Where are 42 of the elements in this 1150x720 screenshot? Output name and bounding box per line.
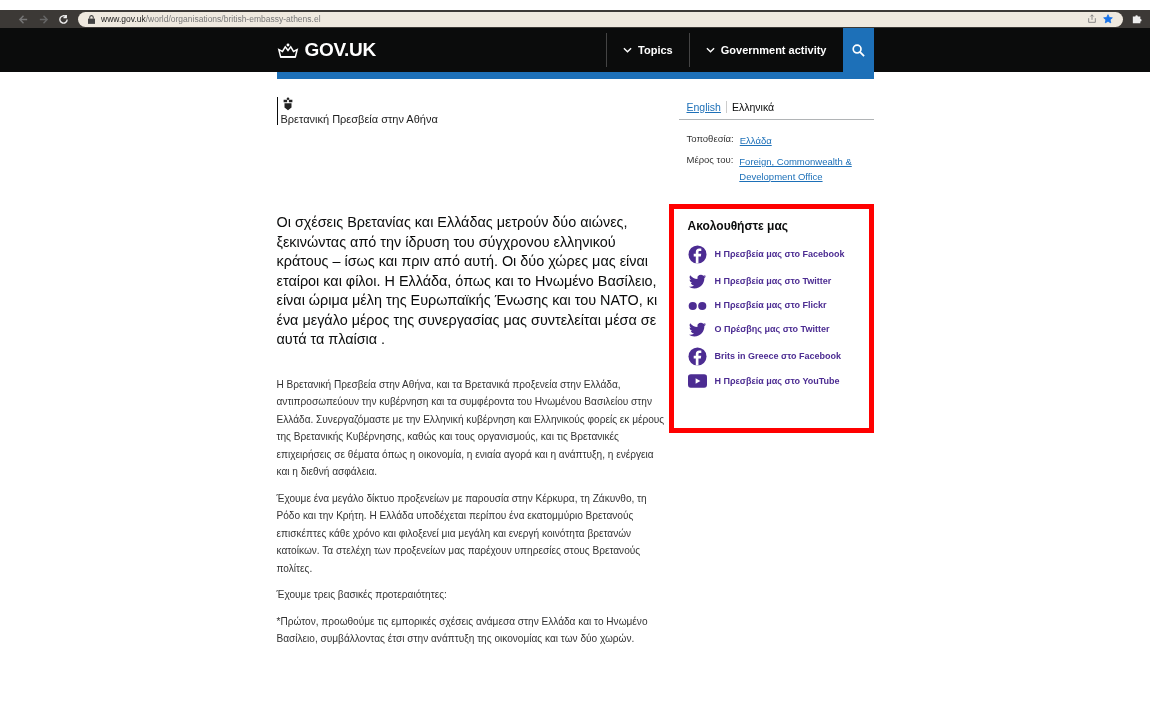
social-link[interactable]: Η Πρεσβεία μας στο Twitter bbox=[687, 272, 855, 291]
reload-icon[interactable] bbox=[58, 13, 69, 25]
meta-label: Τοποθεσία: bbox=[686, 133, 734, 146]
body-paragraph: Έχουμε τρεις βασικές προτεραιότητες: bbox=[276, 588, 448, 602]
facebook-icon bbox=[687, 347, 707, 366]
back-icon[interactable] bbox=[18, 13, 29, 25]
forward-icon[interactable] bbox=[38, 13, 49, 25]
body-paragraph: Έχουμε ένα μεγάλο δίκτυο προξενείων με παρουσία στην Κέρκυρα, τη Ζάκυνθο, τη Ρόδο και την Κρήτη. Η Ελλάδα υποδέχεται περίπου ένα εκατομμύριο Βρετανούς επισκέπτες κάθε χρόνο και φιλοξενεί μια μεγάλη και ενεργή κοινότητα βρετανών κατοίκων. Τα στελέχη των προξενείων μας παρέχουν υπηρεσίες στους Βρετανούς πολίτες. bbox=[276, 491, 648, 576]
social-link[interactable]: Η Πρεσβεία μας στο Flickr bbox=[687, 299, 855, 312]
meta-link[interactable]: Foreign, Commonwealth & Development Office bbox=[739, 154, 874, 184]
search-icon bbox=[851, 43, 865, 57]
play-icon bbox=[687, 374, 707, 388]
social-link[interactable]: Ο Πρέσβης μας στο Twitter bbox=[687, 320, 855, 339]
search-button[interactable] bbox=[842, 28, 874, 72]
lock-icon bbox=[88, 14, 95, 24]
meta-link[interactable]: Ελλάδα bbox=[739, 133, 772, 148]
govuk-logo[interactable]: GOV.UK bbox=[276, 39, 376, 61]
lead-paragraph: Οι σχέσεις Βρετανίας και Ελλάδας μετρούν δύο αιώνες, ξεκινώντας από την ίδρυση του σύγχρονου ελληνικού κράτους – ίσως και πριν από αυτή. Οι δύο χώρες μας είναι εταίροι και φίλοι. Η Ελλάδα, όπως και το Ηνωμένο Βασίλειο, είναι ώριμα μέλη της Ευρωπαϊκής Ένωσης και του ΝΑΤΟ, κι ένα μεγάλο μέρος της συνεργασίας μας συντελείται μέσα σε αυτά τα πλαίσια . bbox=[276, 213, 659, 349]
language-link[interactable]: Ελληνικά bbox=[731, 101, 775, 113]
crown-icon bbox=[276, 41, 299, 59]
body-paragraph: Η Βρετανική Πρεσβεία στην Αθήνα, και τα Βρετανικά προξενεία στην Ελλάδα, αντιπροσωπεύουν την κυβέρνηση και τα συμφέροντα του Ηνωμένου Βασιλείου στην Ελλάδα. Συνεργαζόμαστε με την Ελληνική κυβέρνηση και Ελληνικούς φορείς εκ μέρους της Βρετανικής Κυβέρνησης, καθώς και τους οργανισμούς, και τις Βρετανικές επιχειρήσεις σε θέματα όπως η οικονομία, η ενιαία αγορά και η ανάπτυξη, η ενέργεια και η διεθνή ασφάλεια. bbox=[276, 377, 666, 479]
bird-icon bbox=[687, 272, 707, 291]
language-link[interactable]: English bbox=[686, 101, 721, 113]
bird-icon bbox=[687, 320, 707, 339]
organisation-name: Βρετανική Πρεσβεία στην Αθήνα bbox=[280, 113, 438, 125]
nav-menu-button[interactable]: Government activity bbox=[688, 33, 843, 67]
url-text: www.gov.uk/world/organisations/british-embassy-athens.el bbox=[101, 14, 321, 24]
chevron-icon bbox=[705, 47, 715, 53]
two-dots-icon bbox=[687, 300, 707, 311]
nav-menu-button[interactable]: Topics bbox=[606, 33, 689, 67]
body-paragraph: *Πρώτον, προωθούμε τις εμπορικές σχέσεις ανάμεσα στην Ελλάδα και το Ηνωμένο Βασίλειο, συμβάλλοντας έτσι στην ανάπτυξη της οικονομίας και των δύο χωρών. bbox=[276, 614, 649, 646]
chevron-icon bbox=[623, 47, 633, 53]
meta-label: Μέρος του: bbox=[686, 154, 734, 167]
share-icon[interactable] bbox=[1087, 14, 1097, 24]
follow-heading: Ακολουθήστε μας bbox=[687, 219, 789, 233]
star-icon[interactable] bbox=[1103, 14, 1113, 24]
social-link[interactable]: Η Πρεσβεία μας στο YouTube bbox=[687, 374, 855, 388]
address-bar[interactable]: www.gov.uk/world/organisations/british-embassy-athens.el bbox=[78, 11, 1123, 27]
social-link[interactable]: Η Πρεσβεία μας στο Facebook bbox=[687, 245, 855, 264]
social-link[interactable]: Brits in Greece στο Facebook bbox=[687, 347, 855, 366]
facebook-icon bbox=[687, 245, 707, 264]
puzzle-icon[interactable] bbox=[1132, 14, 1142, 24]
